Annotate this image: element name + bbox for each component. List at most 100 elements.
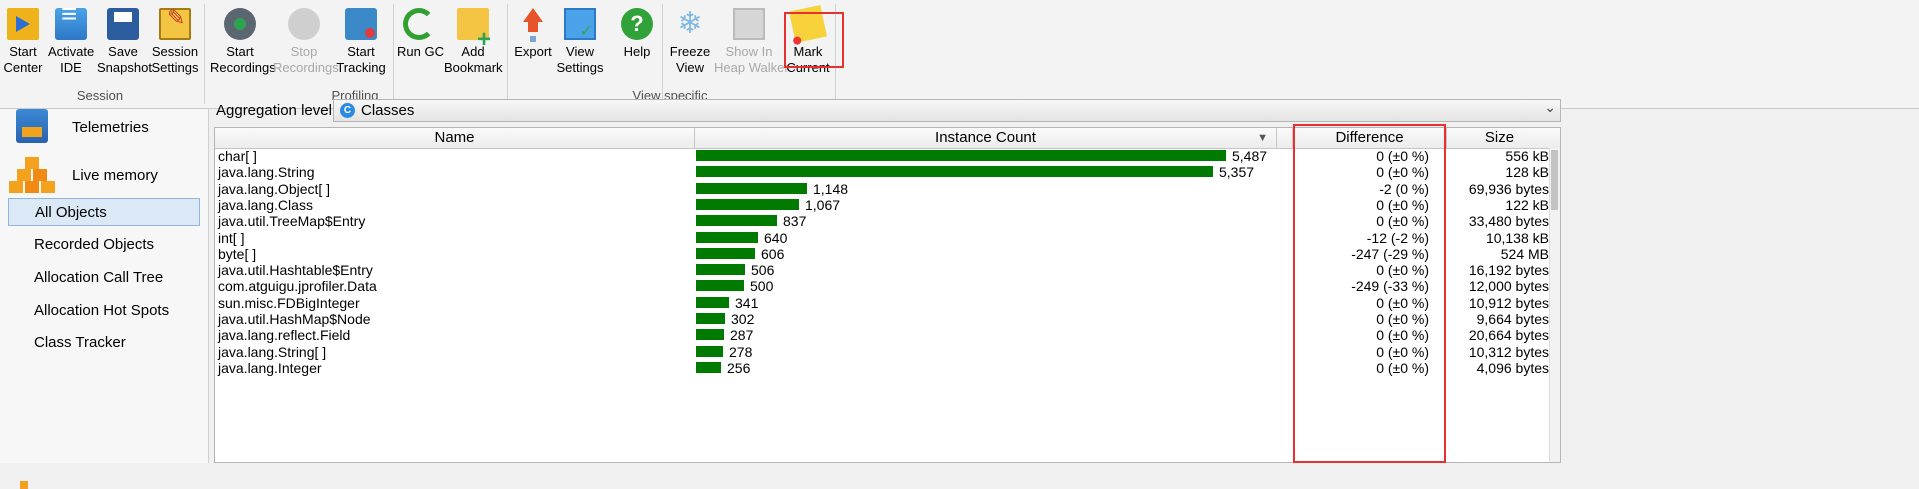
instance-count-value: 256 — [727, 359, 751, 376]
run-gc-icon — [403, 8, 435, 40]
instance-count-bar — [696, 247, 755, 259]
save-snapshot-icon — [107, 8, 139, 40]
column-header-name[interactable]: Name — [215, 128, 695, 148]
sidebar-section-live-memory[interactable]: Live memory — [16, 157, 206, 197]
sort-descending-icon: ▼ — [1257, 132, 1268, 144]
class-name-cell: java.lang.reflect.Field — [218, 327, 351, 344]
instance-count-value: 1,148 — [813, 180, 849, 197]
chevron-down-icon: ⌄ — [1544, 99, 1556, 115]
activate-ide-button[interactable]: Activate IDE — [48, 6, 94, 76]
column-header-instance-count[interactable]: Instance Count ▼ — [695, 128, 1277, 148]
sidebar-item-recorded-objects[interactable]: Recorded Objects — [8, 231, 200, 259]
class-name-cell: java.util.Hashtable$Entry — [218, 262, 373, 279]
start-tracking-icon — [345, 8, 377, 40]
start-recordings-button[interactable]: Start Recordings — [210, 6, 276, 76]
class-name-cell: java.lang.String[ ] — [218, 343, 327, 360]
instance-count-bar — [696, 150, 1226, 161]
freeze-view-button[interactable]: ❄ Freeze View — [668, 6, 712, 76]
sidebar: Telemetries Live memory All Objects Reco… — [0, 109, 209, 489]
class-name-cell: int[ ] — [218, 229, 245, 246]
instance-count-bar — [696, 280, 744, 292]
instance-count-bar — [696, 313, 725, 324]
instance-count-bar — [696, 329, 724, 341]
start-center-button[interactable]: Start Center — [0, 6, 46, 76]
instance-count-value: 606 — [761, 245, 785, 262]
start-tracking-button[interactable]: Start Tracking — [335, 6, 387, 76]
instance-count-value: 837 — [783, 213, 807, 230]
size-cell: 16,192 bytes — [1468, 262, 1549, 279]
help-button[interactable]: ? Help — [617, 6, 657, 60]
column-header-instance-count-label: Instance Count — [935, 129, 1036, 146]
sidebar-section-telemetries[interactable]: Telemetries — [16, 109, 206, 149]
add-bookmark-button[interactable]: Add Bookmark — [444, 6, 503, 76]
class-name-cell: com.atguigu.jprofiler.Data — [218, 278, 377, 295]
size-cell: 122 kB — [1505, 196, 1549, 213]
column-header-size[interactable]: Size — [1447, 128, 1552, 148]
show-in-heap-walker-button[interactable]: Show In Heap Walker — [714, 6, 789, 76]
view-settings-button[interactable]: View Settings — [556, 6, 604, 76]
stop-recordings-icon — [288, 8, 320, 40]
class-icon: C — [340, 103, 355, 118]
size-cell: 9,664 bytes — [1476, 311, 1549, 327]
instance-count-bar — [696, 166, 1213, 178]
class-name-cell: java.lang.Class — [218, 196, 313, 213]
instance-count-bar — [696, 198, 799, 210]
separator — [204, 4, 205, 104]
class-name-cell: char[ ] — [218, 148, 257, 164]
next-section-icon — [16, 475, 34, 489]
instance-count-value: 506 — [751, 262, 775, 279]
heap-walker-icon — [733, 8, 765, 40]
sidebar-item-all-objects[interactable]: All Objects — [8, 198, 200, 226]
freeze-view-icon: ❄ — [677, 7, 703, 40]
size-cell: 10,312 bytes — [1468, 343, 1549, 360]
instance-count-bar — [696, 361, 721, 373]
activate-ide-icon — [55, 6, 87, 40]
instance-count-bar — [696, 296, 729, 308]
stop-recordings-button[interactable]: Stop Recordings — [273, 6, 339, 76]
run-gc-button[interactable]: Run GC — [397, 6, 444, 60]
separator — [507, 4, 508, 104]
aggregation-level-select[interactable]: C Classes ⌄ — [333, 99, 1561, 122]
session-settings-icon — [159, 8, 191, 40]
instance-count-value: 5,357 — [1219, 164, 1255, 181]
size-cell: 12,000 bytes — [1468, 278, 1549, 295]
scrollbar-thumb[interactable] — [1551, 150, 1558, 210]
sidebar-item-allocation-call-tree[interactable]: Allocation Call Tree — [8, 264, 200, 292]
sidebar-item-class-tracker[interactable]: Class Tracker — [8, 329, 200, 357]
size-cell: 10,912 bytes — [1468, 294, 1549, 311]
toolbar: Start Center Activate IDE Save Snapshot … — [0, 0, 1919, 109]
size-cell: 4,096 bytes — [1476, 359, 1549, 376]
size-cell: 128 kB — [1505, 164, 1549, 181]
vertical-scrollbar[interactable] — [1549, 148, 1560, 462]
sidebar-item-allocation-hot-spots[interactable]: Allocation Hot Spots — [8, 297, 200, 325]
instance-count-bar — [696, 215, 777, 227]
instance-count-value: 278 — [729, 343, 753, 360]
instance-count-bar — [696, 345, 723, 357]
instance-count-value: 1,067 — [805, 196, 841, 213]
instance-count-bar — [696, 182, 807, 194]
size-cell: 33,480 bytes — [1468, 213, 1549, 230]
instance-count-bar — [696, 264, 745, 276]
instance-count-value: 500 — [750, 278, 774, 295]
instance-count-value: 287 — [730, 327, 754, 344]
class-name-cell: java.util.TreeMap$Entry — [218, 213, 366, 230]
aggregation-level-value: Classes — [361, 102, 415, 119]
add-bookmark-icon — [457, 8, 491, 48]
help-icon: ? — [621, 8, 653, 40]
mark-current-highlight-box — [784, 12, 844, 68]
size-cell: 20,664 bytes — [1468, 327, 1549, 344]
instance-count-value: 5,487 — [1232, 148, 1268, 164]
save-snapshot-button[interactable]: Save Snapshot — [97, 6, 152, 76]
size-cell: 69,936 bytes — [1468, 180, 1549, 197]
class-name-cell: java.lang.Object[ ] — [218, 180, 331, 197]
class-name-cell: java.lang.Integer — [218, 359, 322, 376]
export-button[interactable]: Export — [513, 6, 553, 60]
telemetries-icon — [16, 109, 48, 143]
session-settings-button[interactable]: Session Settings — [150, 6, 200, 76]
view-settings-icon — [564, 8, 596, 40]
class-name-cell: java.lang.String — [218, 164, 315, 181]
aggregation-level-label: Aggregation level: — [216, 102, 337, 119]
size-cell: 524 MB — [1500, 245, 1549, 262]
instance-count-value: 341 — [735, 294, 759, 311]
export-icon — [517, 8, 549, 40]
